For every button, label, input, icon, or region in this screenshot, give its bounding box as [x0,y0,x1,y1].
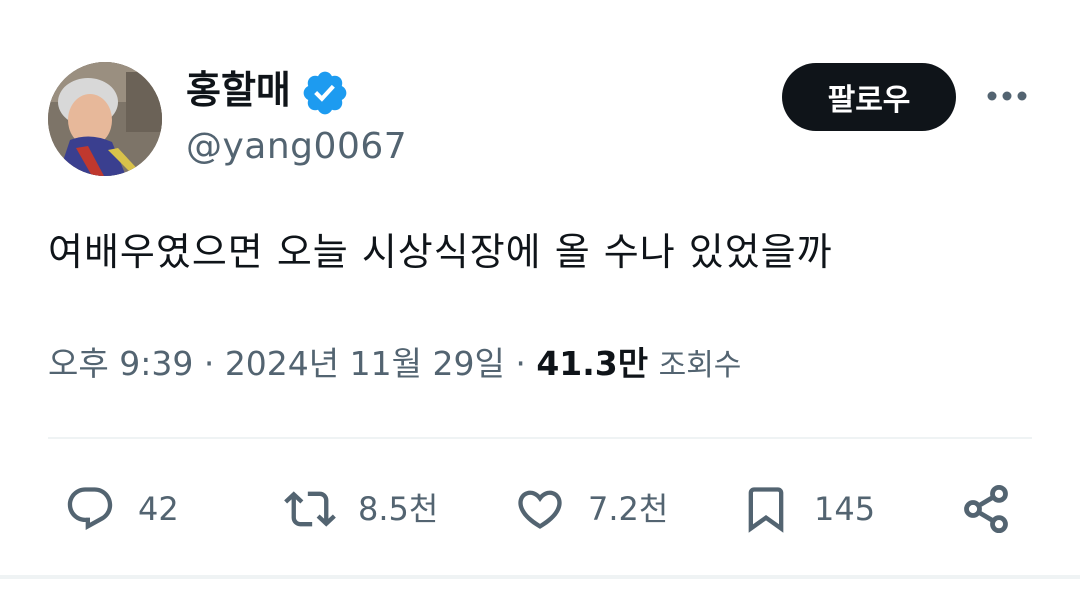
retweet-count: 8.5천 [358,490,439,528]
bookmark-icon [748,487,784,533]
author-handle[interactable]: @yang0067 [186,124,407,170]
meta-separator: · [504,344,537,383]
follow-button[interactable]: 팔로우 [782,63,956,131]
author-name[interactable]: 홍할매 [186,66,291,114]
tweet-text: 여배우였으면 오늘 시상식장에 올 수나 있었을까 [48,230,833,274]
more-horizontal-icon[interactable] [984,78,1030,114]
share-button[interactable] [960,482,1012,536]
reply-count: 42 [138,490,179,528]
bookmark-count: 145 [814,490,876,528]
heart-icon [518,490,562,529]
avatar[interactable] [48,62,162,176]
like-count: 7.2천 [588,490,669,528]
retweet-icon [284,491,336,527]
meta-separator: · [193,344,225,383]
views-label: 조회수 [658,348,742,383]
reply-icon [67,487,113,531]
views-count: 41.3만 [536,344,649,383]
retweet-button[interactable]: 8.5천 [284,482,438,536]
verified-badge-icon [303,71,347,115]
tweet-time[interactable]: 오후 9:39 [48,344,193,383]
reply-button[interactable]: 42 [64,482,179,536]
bookmark-button[interactable]: 145 [740,482,875,536]
share-icon [964,484,1008,534]
divider [48,437,1032,439]
like-button[interactable]: 7.2천 [514,482,668,536]
tweet-meta: 오후 9:39 · 2024년 11월 29일 · 41.3만 조회수 [48,342,741,388]
divider [0,575,1080,579]
tweet-date[interactable]: 2024년 11월 29일 [225,344,505,383]
